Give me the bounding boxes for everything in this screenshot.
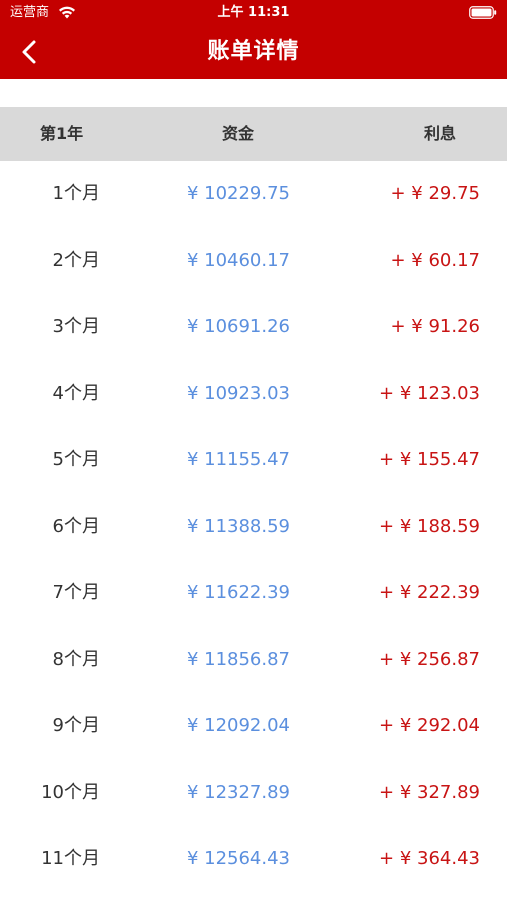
capital-cell: ¥ 12327.89 bbox=[186, 781, 290, 803]
month-cell: 3个月 bbox=[52, 316, 100, 337]
month-cell: 5个月 bbox=[52, 449, 100, 470]
table-row: 1个月 ¥ 10229.75 + ¥ 29.75 bbox=[0, 161, 507, 228]
capital-cell: ¥ 12092.04 bbox=[186, 715, 290, 736]
capital-cell: ¥ 11388.59 bbox=[186, 515, 290, 537]
status-time: 上午 11:31 bbox=[217, 5, 290, 20]
table-row: 2个月 ¥ 10460.17 + ¥ 60.17 bbox=[0, 228, 507, 295]
interest-cell: + ¥ 222.39 bbox=[379, 582, 480, 603]
month-cell: 9个月 bbox=[52, 715, 100, 736]
capital-cell: ¥ 12564.43 bbox=[186, 848, 290, 869]
interest-cell: + ¥ 29.75 bbox=[390, 183, 480, 204]
battery-icon bbox=[469, 6, 497, 19]
interest-cell: + ¥ 292.04 bbox=[379, 715, 480, 736]
table-row: 11个月 ¥ 12564.43 + ¥ 364.43 bbox=[0, 826, 507, 893]
capital-cell: ¥ 11622.39 bbox=[186, 582, 290, 603]
month-cell: 4个月 bbox=[52, 382, 100, 404]
interest-cell: + ¥ 364.43 bbox=[379, 848, 480, 869]
interest-cell: + ¥ 123.03 bbox=[379, 382, 480, 404]
table-row: 4个月 ¥ 10923.03 + ¥ 123.03 bbox=[0, 361, 507, 428]
table-row: 3个月 ¥ 10691.26 + ¥ 91.26 bbox=[0, 294, 507, 361]
capital-cell: ¥ 11856.87 bbox=[186, 648, 290, 670]
navigation-bar: 账单详情 bbox=[0, 26, 507, 79]
interest-cell: + ¥ 256.87 bbox=[379, 648, 480, 670]
month-cell: 6个月 bbox=[52, 515, 100, 537]
interest-cell: + ¥ 188.59 bbox=[379, 515, 480, 537]
interest-cell: + ¥ 327.89 bbox=[379, 781, 480, 803]
capital-cell: ¥ 11155.47 bbox=[186, 449, 290, 470]
top-bar: 运营商 上午 11:31 账单详情 bbox=[0, 0, 507, 79]
table-header: 第1年 资金 利息 bbox=[0, 107, 507, 161]
capital-cell: ¥ 10691.26 bbox=[186, 316, 290, 337]
capital-cell: ¥ 10460.17 bbox=[186, 249, 290, 271]
month-cell: 11个月 bbox=[41, 848, 100, 869]
page-title: 账单详情 bbox=[207, 39, 300, 64]
bill-list: 1个月 ¥ 10229.75 + ¥ 29.75 2个月 ¥ 10460.17 … bbox=[0, 161, 507, 893]
capital-cell: ¥ 10229.75 bbox=[186, 183, 290, 204]
interest-cell: + ¥ 91.26 bbox=[390, 316, 480, 337]
table-row: 5个月 ¥ 11155.47 + ¥ 155.47 bbox=[0, 427, 507, 494]
table-row: 7个月 ¥ 11622.39 + ¥ 222.39 bbox=[0, 560, 507, 627]
header-interest: 利息 bbox=[424, 124, 457, 143]
table-row: 8个月 ¥ 11856.87 + ¥ 256.87 bbox=[0, 627, 507, 694]
table-row: 6个月 ¥ 11388.59 + ¥ 188.59 bbox=[0, 494, 507, 561]
month-cell: 8个月 bbox=[52, 648, 100, 670]
month-cell: 2个月 bbox=[52, 249, 100, 271]
table-row: 10个月 ¥ 12327.89 + ¥ 327.89 bbox=[0, 760, 507, 827]
table-row: 9个月 ¥ 12092.04 + ¥ 292.04 bbox=[0, 693, 507, 760]
month-cell: 1个月 bbox=[52, 183, 100, 204]
interest-cell: + ¥ 60.17 bbox=[390, 249, 480, 271]
interest-cell: + ¥ 155.47 bbox=[379, 449, 480, 470]
header-year: 第1年 bbox=[40, 124, 84, 143]
spacer bbox=[0, 79, 507, 107]
header-capital: 资金 bbox=[222, 124, 255, 143]
month-cell: 7个月 bbox=[52, 582, 100, 603]
status-bar: 运营商 上午 11:31 bbox=[0, 0, 507, 26]
capital-cell: ¥ 10923.03 bbox=[186, 382, 290, 404]
month-cell: 10个月 bbox=[41, 781, 100, 803]
